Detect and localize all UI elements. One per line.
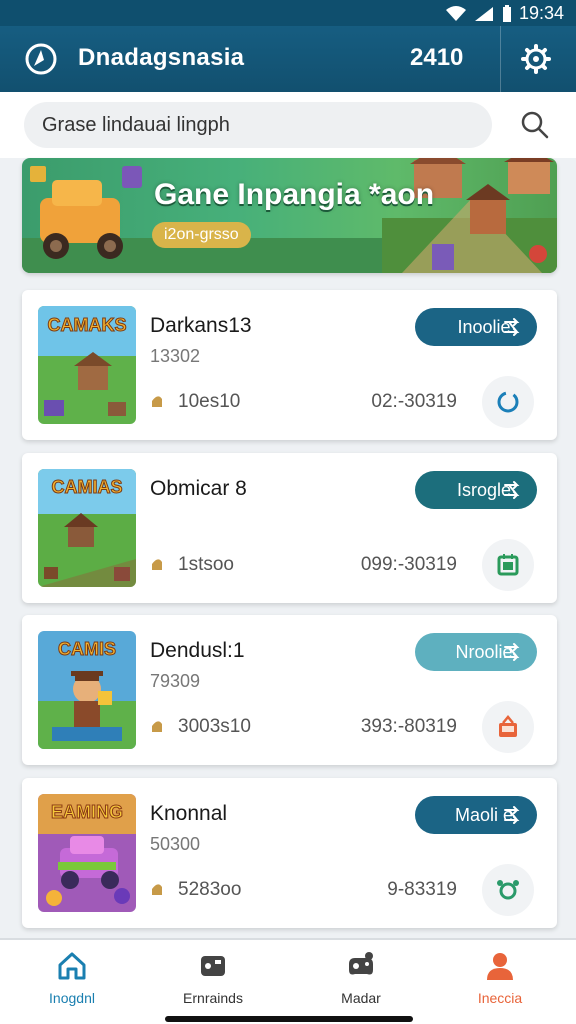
thumb-icon — [152, 559, 162, 570]
game-time: 9-83319 — [387, 879, 457, 900]
nav-item-cards[interactable]: Ernrainds — [158, 950, 268, 1010]
game-card[interactable]: CAMIAS Obmicar 8 1stsoo 099:-30319 Isrog… — [22, 453, 557, 603]
nav-label: Ineccia — [477, 990, 523, 1006]
share-icon — [497, 880, 519, 900]
banner-badge: i2on-grsso — [152, 222, 251, 248]
game-card[interactable]: CAMIS Dendusl:1 79309 3003s10 393:-80319… — [22, 615, 557, 765]
search-area — [0, 92, 576, 158]
game-subtitle: 79309 — [150, 671, 201, 691]
thumb-title: CAMIAS — [52, 477, 123, 497]
calendar-button[interactable] — [482, 539, 534, 591]
game-thumbnail: CAMAKS — [38, 306, 136, 424]
refresh-button[interactable] — [482, 376, 534, 428]
thumb-title: EAMING — [51, 802, 123, 822]
nav-item-home[interactable]: Inogdnl — [17, 950, 127, 1010]
game-stat: 3003s10 — [178, 716, 251, 737]
game-card[interactable]: CAMAKS Darkans13 13302 10es10 02:-30319 … — [22, 290, 557, 440]
game-name: Dendusl:1 — [150, 639, 245, 662]
wifi-icon — [445, 5, 466, 21]
game-name: Obmicar 8 — [150, 477, 247, 500]
game-thumbnail: EAMING — [38, 794, 136, 912]
cards-icon — [201, 956, 225, 976]
nav-label: Ernrainds — [183, 990, 243, 1006]
play-button[interactable]: Isrogle — [415, 471, 537, 509]
featured-banner[interactable]: Gane Inpangia *aon i2on-grsso — [22, 158, 557, 273]
play-button[interactable]: Inoolie — [415, 308, 537, 346]
thumb-icon — [152, 721, 162, 732]
game-thumbnail: CAMIAS — [38, 469, 136, 587]
game-subtitle: 13302 — [150, 346, 201, 366]
shuffle-icon — [504, 481, 520, 499]
coin-counter: 2410 — [410, 44, 464, 71]
gift-icon — [499, 715, 517, 737]
refresh-icon — [497, 391, 519, 413]
game-name: Knonnal — [150, 802, 228, 825]
game-time: 02:-30319 — [371, 391, 457, 412]
search-icon[interactable] — [520, 110, 550, 140]
play-button[interactable]: Maoli e — [415, 796, 537, 834]
battery-icon — [502, 4, 511, 22]
share-button[interactable] — [482, 864, 534, 916]
game-time: 099:-30319 — [360, 554, 457, 575]
nav-item-games[interactable]: Madar — [306, 950, 416, 1010]
bottom-navigation: Inogdnl Ernrainds Madar Ineccia — [0, 938, 576, 1024]
calendar-icon — [497, 554, 519, 576]
game-time: 393:-80319 — [360, 716, 457, 737]
game-name: Darkans13 — [150, 314, 252, 337]
game-subtitle: 50300 — [150, 834, 201, 854]
thumb-title: CAMIS — [58, 639, 116, 659]
nav-label: Inogdnl — [49, 990, 95, 1006]
profile-icon — [487, 953, 513, 980]
banner-illustration — [22, 158, 557, 273]
app-title: Dnadagsnasia — [78, 44, 245, 71]
game-stat: 5283oo — [178, 879, 242, 900]
home-indicator[interactable] — [165, 1016, 413, 1022]
gift-button[interactable] — [482, 701, 534, 753]
game-thumbnail: CAMIS — [38, 631, 136, 749]
game-stat: 10es10 — [178, 391, 241, 412]
shuffle-icon — [504, 643, 520, 661]
thumb-title: CAMAKS — [48, 315, 127, 335]
game-card[interactable]: EAMING Knonnal 50300 5283oo 9-83319 Maol… — [22, 778, 557, 928]
play-button[interactable]: Nroolie — [415, 633, 537, 671]
status-icons: 19:34 — [445, 3, 564, 24]
nav-item-profile[interactable]: Ineccia — [445, 950, 555, 1010]
shuffle-icon — [504, 806, 520, 824]
nav-label: Madar — [341, 990, 381, 1006]
compass-logo-icon[interactable] — [24, 42, 58, 76]
status-bar: 19:34 — [0, 0, 576, 26]
signal-icon — [474, 6, 493, 21]
search-input[interactable] — [24, 102, 492, 148]
gamepad-icon — [349, 952, 373, 975]
game-stat: 1stsoo — [178, 554, 234, 575]
app-bar: Dnadagsnasia 2410 — [0, 26, 576, 92]
home-icon — [58, 952, 86, 980]
thumb-icon — [152, 884, 162, 895]
app-bar-divider — [500, 26, 501, 92]
thumb-icon — [152, 396, 162, 407]
shuffle-icon — [504, 318, 520, 336]
settings-gear-icon[interactable] — [520, 43, 552, 75]
banner-title: Gane Inpangia *aon — [154, 178, 435, 211]
status-time: 19:34 — [518, 3, 564, 23]
